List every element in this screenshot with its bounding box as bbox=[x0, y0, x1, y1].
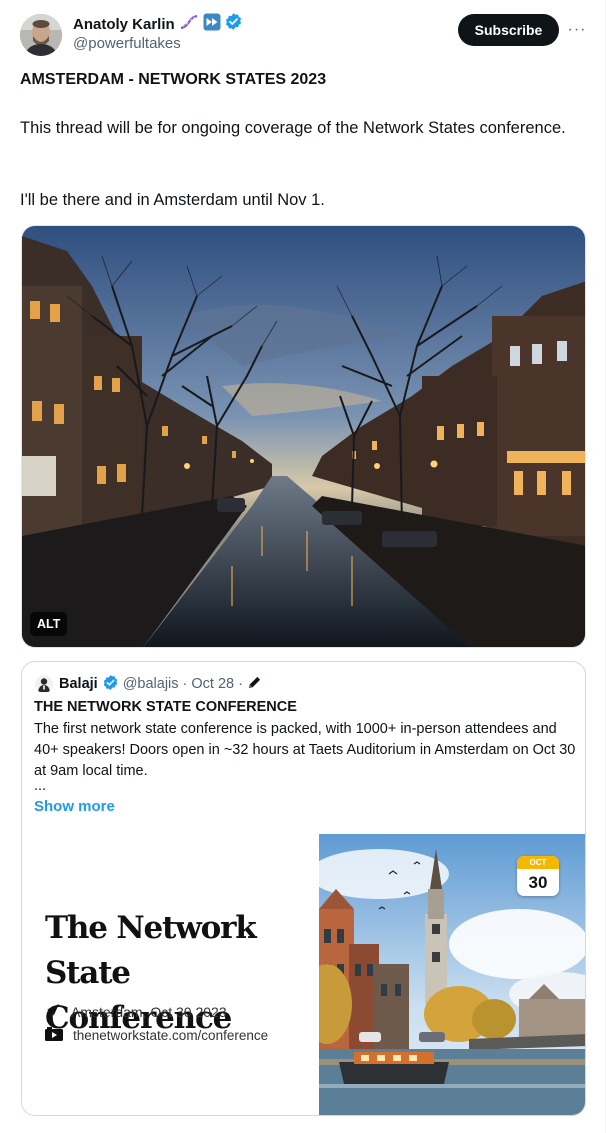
author-name-row: Anatoly Karlin bbox=[73, 13, 243, 35]
more-options-icon[interactable]: ··· bbox=[566, 20, 588, 40]
quoted-verified-badge-icon[interactable] bbox=[102, 674, 119, 695]
promo-amsterdam-photo[interactable]: OCT 30 bbox=[319, 834, 585, 1115]
calendar-icon: OCT 30 bbox=[517, 856, 559, 896]
calendar-day: 30 bbox=[528, 872, 548, 892]
quoted-avatar[interactable] bbox=[35, 675, 53, 693]
avatar[interactable] bbox=[20, 14, 62, 56]
verified-badge-icon[interactable] bbox=[224, 12, 243, 36]
show-more-link[interactable]: Show more bbox=[34, 798, 115, 815]
calendar-month: OCT bbox=[517, 856, 559, 869]
location-arrow-icon bbox=[45, 1002, 61, 1021]
author-handle[interactable]: @powerfultakes bbox=[73, 35, 181, 52]
quoted-post-header: Balaji @balajis · Oct 28 · bbox=[35, 674, 262, 694]
promo-url-text: thenetworkstate.com/conference bbox=[73, 1028, 269, 1043]
quoted-post-card[interactable]: Balaji @balajis · Oct 28 · THE NETWORK S… bbox=[21, 661, 586, 1116]
post-image[interactable] bbox=[21, 225, 586, 648]
quoted-post-text: The first network state conference is pa… bbox=[34, 721, 576, 779]
amsterdam-canal-photo bbox=[22, 226, 585, 647]
promo-location: Amsterdam, Oct 30 2023 bbox=[45, 1002, 227, 1021]
quoted-author-name[interactable]: Balaji bbox=[59, 676, 98, 692]
promo-url: thenetworkstate.com/conference bbox=[45, 1027, 268, 1044]
post-paragraph: I'll be there and in Amsterdam until Nov… bbox=[20, 191, 325, 209]
post-paragraph: This thread will be for ongoing coverage… bbox=[20, 119, 566, 137]
promo-location-text: Amsterdam, Oct 30 2023 bbox=[71, 1003, 227, 1020]
quoted-post-ellipsis: ... bbox=[34, 778, 47, 794]
promo-title-line: The Network bbox=[45, 910, 257, 946]
subscribe-button[interactable]: Subscribe bbox=[458, 14, 559, 46]
alt-text-badge[interactable]: ALT bbox=[30, 612, 68, 636]
post-title: AMSTERDAM - NETWORK STATES 2023 bbox=[20, 71, 327, 88]
dna-emoji-icon bbox=[178, 13, 200, 36]
author-name[interactable]: Anatoly Karlin bbox=[73, 16, 175, 33]
video-link-icon bbox=[45, 1027, 63, 1044]
fast-forward-emoji-icon bbox=[203, 13, 221, 36]
edited-pencil-icon[interactable] bbox=[247, 675, 262, 694]
quoted-post-title: THE NETWORK STATE CONFERENCE bbox=[34, 699, 297, 715]
avatar-photo bbox=[20, 14, 62, 56]
conference-promo[interactable]: The Network State Conference Amsterdam, … bbox=[22, 834, 319, 1115]
quoted-handle-date: @balajis · Oct 28 · bbox=[122, 676, 243, 692]
